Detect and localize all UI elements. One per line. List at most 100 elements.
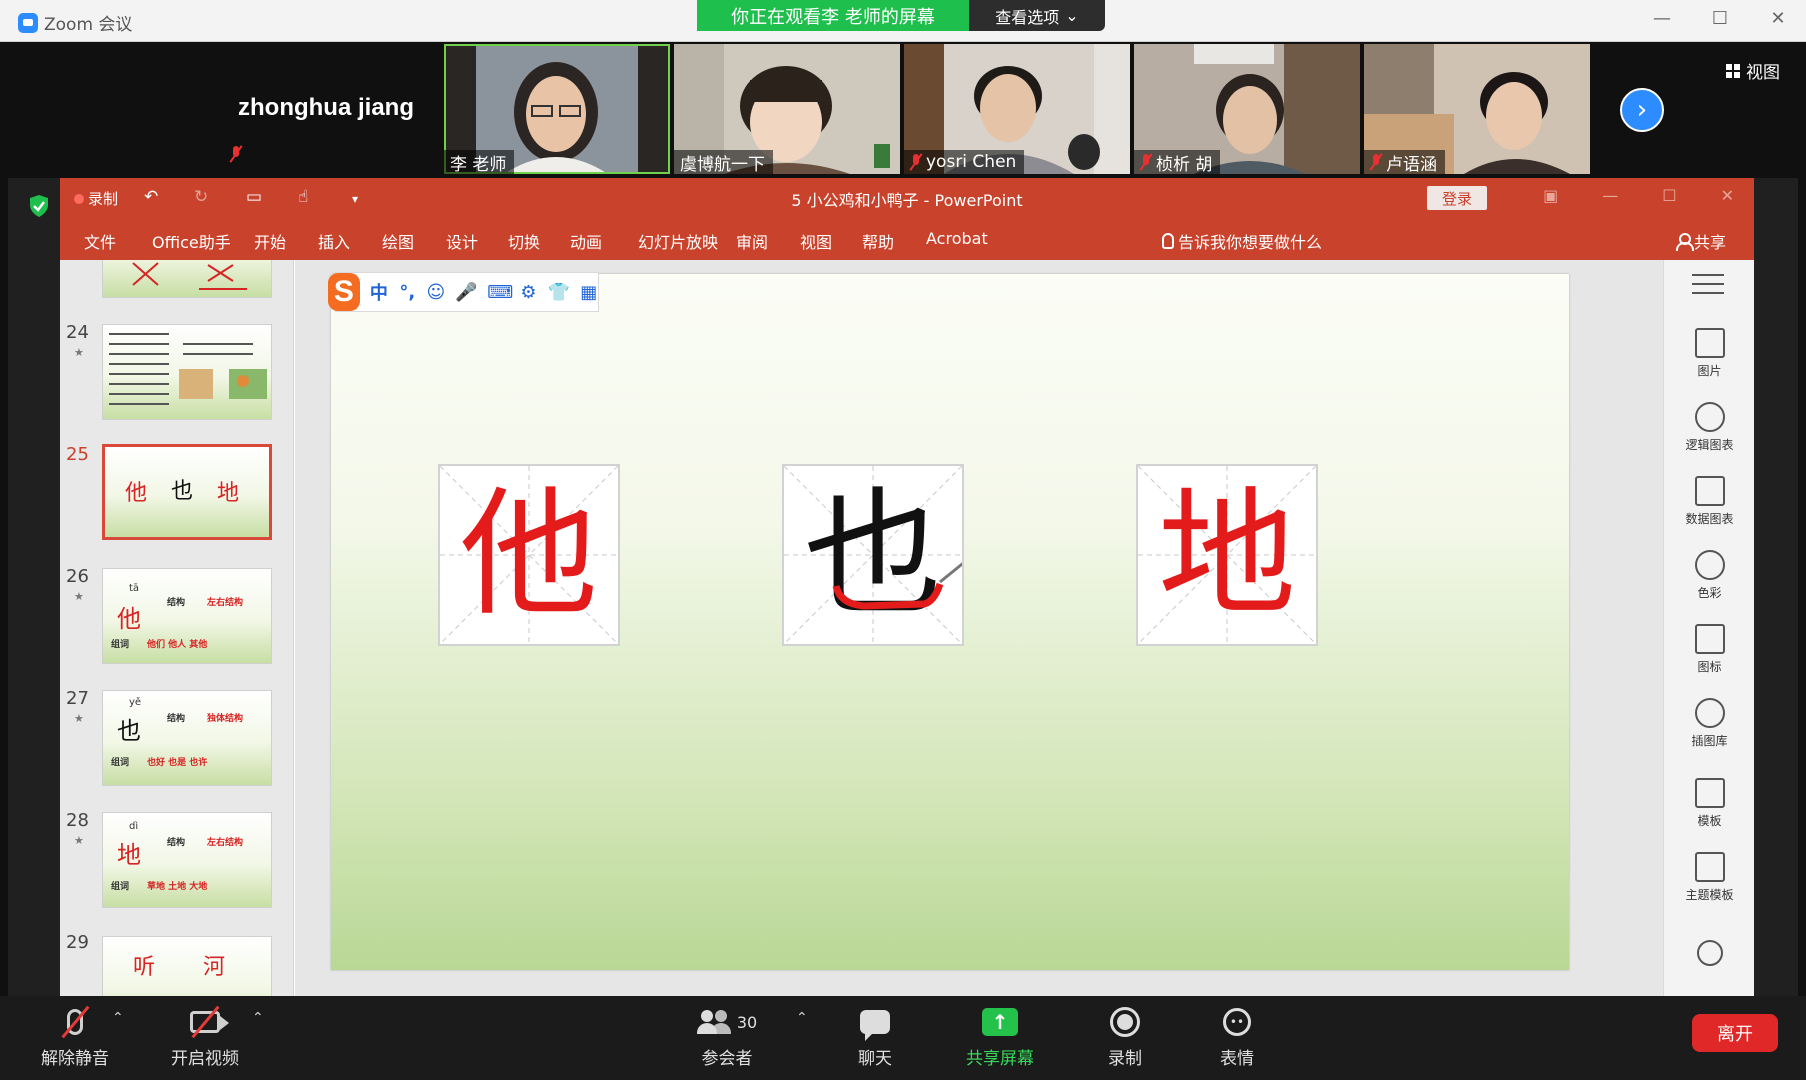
participant-name: yosri Chen	[926, 152, 1017, 172]
pane-item-illustrations[interactable]: 插图库	[1664, 698, 1755, 749]
slide-thumbnail[interactable]: tā 他 结构 左右结构 组词 他们 他人 其他	[102, 568, 272, 664]
share-button[interactable]: 共享	[1675, 229, 1726, 253]
settings-icon[interactable]: ⚙	[519, 282, 537, 303]
slide-thumbnail[interactable]	[102, 324, 272, 420]
pane-item-logic-chart[interactable]: 逻辑图表	[1664, 402, 1755, 453]
record-label: 录制	[1108, 1049, 1142, 1069]
close-icon[interactable]: ✕	[1768, 8, 1788, 29]
ribbon-display-icon[interactable]: ▣	[1543, 186, 1558, 205]
chevron-up-icon[interactable]: ⌃	[252, 1010, 264, 1026]
pane-item-color[interactable]: 色彩	[1664, 550, 1755, 601]
slide-canvas[interactable]: 他 也 地	[331, 274, 1569, 970]
pane-settings[interactable]	[1664, 940, 1755, 970]
participants-icon	[696, 1010, 731, 1034]
participants-button[interactable]: 30 参会者	[694, 1004, 760, 1069]
slide-thumbnail[interactable]: yě 也 结构 独体结构 组词 也好 也是 也许	[102, 690, 272, 786]
login-button[interactable]: 登录	[1427, 186, 1487, 210]
ribbon-tabs: 文件 Office助手 开始 插入 绘图 设计 切换 动画 幻灯片放映 审阅 视…	[60, 218, 1754, 260]
slide-thumbnail[interactable]	[102, 260, 272, 298]
punctuation-icon[interactable]: °,	[398, 282, 416, 303]
voice-input-icon[interactable]: 🎤	[455, 282, 477, 303]
slide-thumbnail-panel[interactable]: 24 ★ 25 他 也 地 26 ★ tā 他 结构 左右结构 组词 他们 他人…	[60, 260, 294, 996]
chinese-mode-icon[interactable]: 中	[370, 279, 388, 305]
pane-item-template[interactable]: 模板	[1664, 778, 1755, 829]
unmute-label: 解除静音	[41, 1049, 109, 1069]
character-box[interactable]: 也	[782, 464, 964, 646]
toolbox-icon[interactable]: ▦	[580, 282, 598, 303]
thumbnail-char: 地	[117, 841, 141, 869]
collapse-pane-icon[interactable]	[1692, 274, 1724, 296]
skin-icon[interactable]: 👕	[548, 282, 570, 303]
minimize-icon[interactable]: —	[1602, 186, 1618, 205]
leave-button[interactable]: 离开	[1692, 1014, 1778, 1052]
slide-thumbnail-selected[interactable]: 他 也 地	[102, 444, 272, 540]
maximize-icon[interactable]: ☐	[1662, 186, 1676, 205]
maximize-icon[interactable]: ☐	[1710, 8, 1730, 29]
tab-office-assistant[interactable]: Office助手	[152, 229, 231, 253]
tab-home[interactable]: 开始	[254, 229, 286, 253]
pane-item-label: 图标	[1697, 660, 1722, 674]
participant-name: 桢析 胡	[1156, 154, 1213, 175]
ime-toolbar[interactable]: S 中 °, ☺ 🎤 ⌨ ⚙ 👕 ▦	[328, 272, 599, 312]
tab-review[interactable]: 审阅	[736, 229, 768, 253]
video-tile[interactable]: 虞博航一下	[674, 44, 900, 174]
gear-icon	[1696, 940, 1723, 966]
tab-design[interactable]: 设计	[446, 229, 478, 253]
slide-number: 27	[66, 688, 89, 709]
character-box[interactable]: 地	[1136, 464, 1318, 646]
slide-thumbnail[interactable]: 听 河	[102, 936, 272, 996]
pane-item-data-chart[interactable]: 数据图表	[1664, 476, 1755, 527]
thumbnail-char: 听	[133, 955, 156, 980]
thumbnail-label: 结构	[167, 598, 186, 608]
video-tile[interactable]: 桢析 胡	[1134, 44, 1360, 174]
minimize-icon[interactable]: —	[1652, 8, 1672, 29]
video-tile[interactable]: yosri Chen	[904, 44, 1130, 174]
next-page-button[interactable]: ›	[1620, 88, 1664, 132]
thumbnail-label: 组词	[111, 640, 130, 650]
share-screen-button[interactable]: ↑ 共享屏幕	[962, 1004, 1038, 1069]
participant-name-tag: yosri Chen	[904, 150, 1025, 174]
grid-view-icon	[1726, 63, 1740, 78]
pane-item-picture[interactable]: 图片	[1664, 328, 1755, 379]
view-button[interactable]: 视图	[1726, 58, 1780, 83]
chevron-up-icon[interactable]: ⌃	[112, 1010, 124, 1026]
tab-animations[interactable]: 动画	[570, 229, 602, 253]
chat-button[interactable]: 聊天	[850, 1004, 900, 1069]
keyboard-icon[interactable]: ⌨	[487, 282, 513, 303]
participant-name-tag: 卢语涵	[1364, 150, 1445, 174]
thumbnail-char: 河	[203, 955, 226, 980]
tell-me-search[interactable]: 告诉我你想要做什么	[1162, 229, 1322, 253]
tab-slideshow[interactable]: 幻灯片放映	[638, 229, 718, 253]
video-tile[interactable]: 卢语涵	[1364, 44, 1590, 174]
emoji-icon[interactable]: ☺	[426, 282, 445, 303]
slide-thumbnail[interactable]: dì 地 结构 左右结构 组词 草地 土地 大地	[102, 812, 272, 908]
thumbnail-label: 独体结构	[207, 714, 244, 724]
character-box[interactable]: 他	[438, 464, 620, 646]
thumbnail-label: 结构	[167, 714, 186, 724]
chevron-up-icon[interactable]: ⌃	[796, 1010, 808, 1026]
tab-acrobat[interactable]: Acrobat	[926, 229, 988, 248]
pane-item-icons[interactable]: 图标	[1664, 624, 1755, 675]
close-icon[interactable]: ✕	[1721, 186, 1734, 205]
muted-mic-icon	[230, 146, 242, 162]
tab-transitions[interactable]: 切换	[508, 229, 540, 253]
view-options-button[interactable]: 查看选项 ⌄	[969, 0, 1105, 31]
video-tile[interactable]: 李 老师	[444, 44, 670, 174]
tab-help[interactable]: 帮助	[862, 229, 894, 253]
reactions-button[interactable]: •• 表情	[1212, 1004, 1262, 1069]
slide-number: 24	[66, 322, 89, 343]
tab-draw[interactable]: 绘图	[382, 229, 414, 253]
person-icon	[1675, 233, 1694, 251]
unmute-button[interactable]: 解除静音	[38, 1004, 112, 1069]
thumbnail-pinyin: dì	[129, 821, 139, 832]
tab-view[interactable]: 视图	[800, 229, 832, 253]
tab-file[interactable]: 文件	[84, 229, 116, 253]
slide-number: 25	[66, 444, 89, 465]
sogou-logo-icon[interactable]: S	[328, 273, 360, 311]
ppt-window-controls: ▣ — ☐ ✕	[1543, 186, 1734, 205]
pane-item-theme-template[interactable]: 主题模板	[1664, 852, 1755, 903]
record-button[interactable]: 录制	[1100, 1004, 1150, 1069]
muted-mic-icon	[910, 154, 922, 170]
tab-insert[interactable]: 插入	[318, 229, 350, 253]
start-video-button[interactable]: 开启视频	[168, 1004, 242, 1069]
